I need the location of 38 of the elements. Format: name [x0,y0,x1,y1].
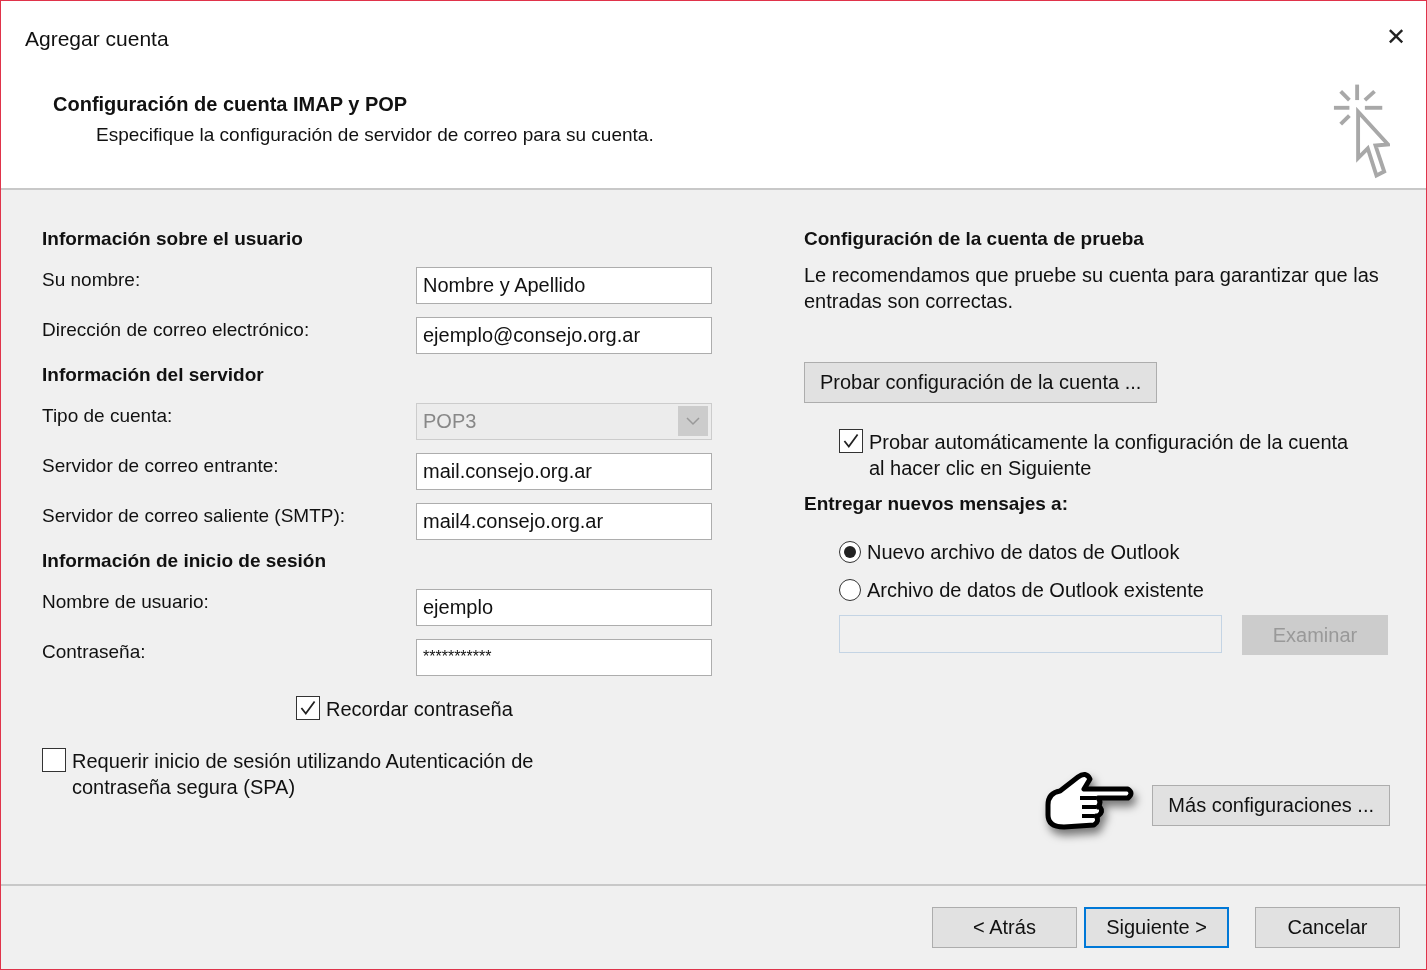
test-settings-button[interactable]: Probar configuración de la cuenta ... [804,362,1158,403]
checkbox[interactable] [839,429,863,453]
password-field[interactable]: *********** [416,638,712,676]
dialog-button[interactable]: < Atrás [932,907,1077,948]
input-field[interactable]: mail.consejo.org.ar [416,452,712,490]
section-heading: Información de inicio de sesión [42,550,327,573]
radio-button[interactable] [839,579,861,601]
section-heading: Información sobre el usuario [42,228,304,251]
input-field[interactable]: ejemplo [416,588,712,626]
radio-button[interactable] [839,541,861,563]
field-label: Tipo de cuenta: [42,405,173,427]
field-label: Su nombre: [42,269,141,291]
checkbox-label[interactable]: Requerir inicio de sesión utilizando Autenticación de contraseña segura (SPA) [72,748,632,800]
field-label: Nombre de usuario: [42,591,209,613]
input-field[interactable]: ejemplo@consejo.org.ar [416,316,712,354]
section-heading: Configuración de la cuenta de prueba [804,228,1145,251]
input-field[interactable]: mail4.consejo.org.ar [416,502,712,540]
field-label: Servidor de correo entrante: [42,455,279,477]
radio-label[interactable]: Archivo de datos de Outlook existente [867,577,1204,603]
page-subtitle: Especifique la configuración de servidor de correo para su cuenta. [95,124,654,146]
section-heading: Entregar nuevos mensajes a: [804,493,1069,516]
input-field[interactable]: Nombre y Apellido [416,266,712,304]
dialog-button[interactable]: Siguiente > [1084,907,1229,948]
test-description: Le recomendamos que pruebe su cuenta para garantizar que las entradas son correctas. [804,263,1380,314]
checkbox[interactable] [296,696,320,720]
radio-label[interactable]: Nuevo archivo de datos de Outlook [867,539,1180,565]
close-button[interactable]: ✕ [1386,23,1406,51]
page-heading: Configuración de cuenta IMAP y POP [53,93,409,116]
checkbox-label[interactable]: Recordar contraseña [326,696,513,722]
more-settings-button[interactable]: Más configuraciones ... [1152,784,1390,826]
section-heading: Información del servidor [42,364,265,387]
dialog-button[interactable]: Cancelar [1255,907,1400,948]
field-label: Servidor de correo saliente (SMTP): [42,505,346,527]
checkbox[interactable] [42,748,66,772]
field-label: Dirección de correo electrónico: [42,319,310,341]
field-label: Contraseña: [42,641,146,663]
checkbox-label[interactable]: Probar automáticamente la configuración de la cuenta al hacer clic en Siguiente [869,429,1349,481]
window-title: Agregar cuenta [25,27,169,51]
